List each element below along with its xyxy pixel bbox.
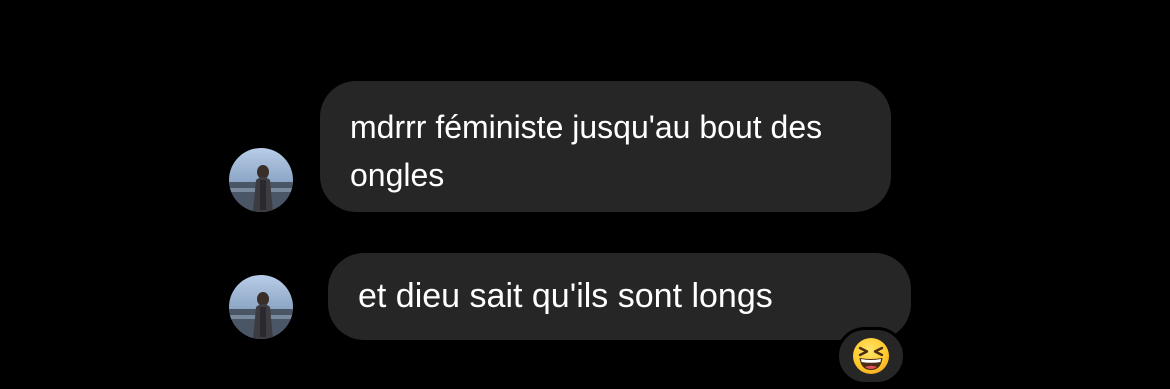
message-text: et dieu sait qu'ils sont longs: [358, 277, 773, 315]
message-text: mdrrr féministe jusqu'au bout des ongles: [350, 109, 823, 193]
grinning-squinting-face-emoji: [853, 338, 889, 374]
message-reaction[interactable]: [836, 327, 906, 385]
sender-avatar[interactable]: [229, 275, 293, 339]
message-bubble[interactable]: mdrrr féministe jusqu'au bout des ongles: [320, 81, 891, 212]
chat-thread: mdrrr féministe jusqu'au bout des ongles…: [0, 0, 1170, 389]
avatar-photo: [229, 275, 293, 339]
sender-avatar[interactable]: [229, 148, 293, 212]
avatar-photo: [229, 148, 293, 212]
message-bubble[interactable]: et dieu sait qu'ils sont longs: [328, 253, 911, 340]
